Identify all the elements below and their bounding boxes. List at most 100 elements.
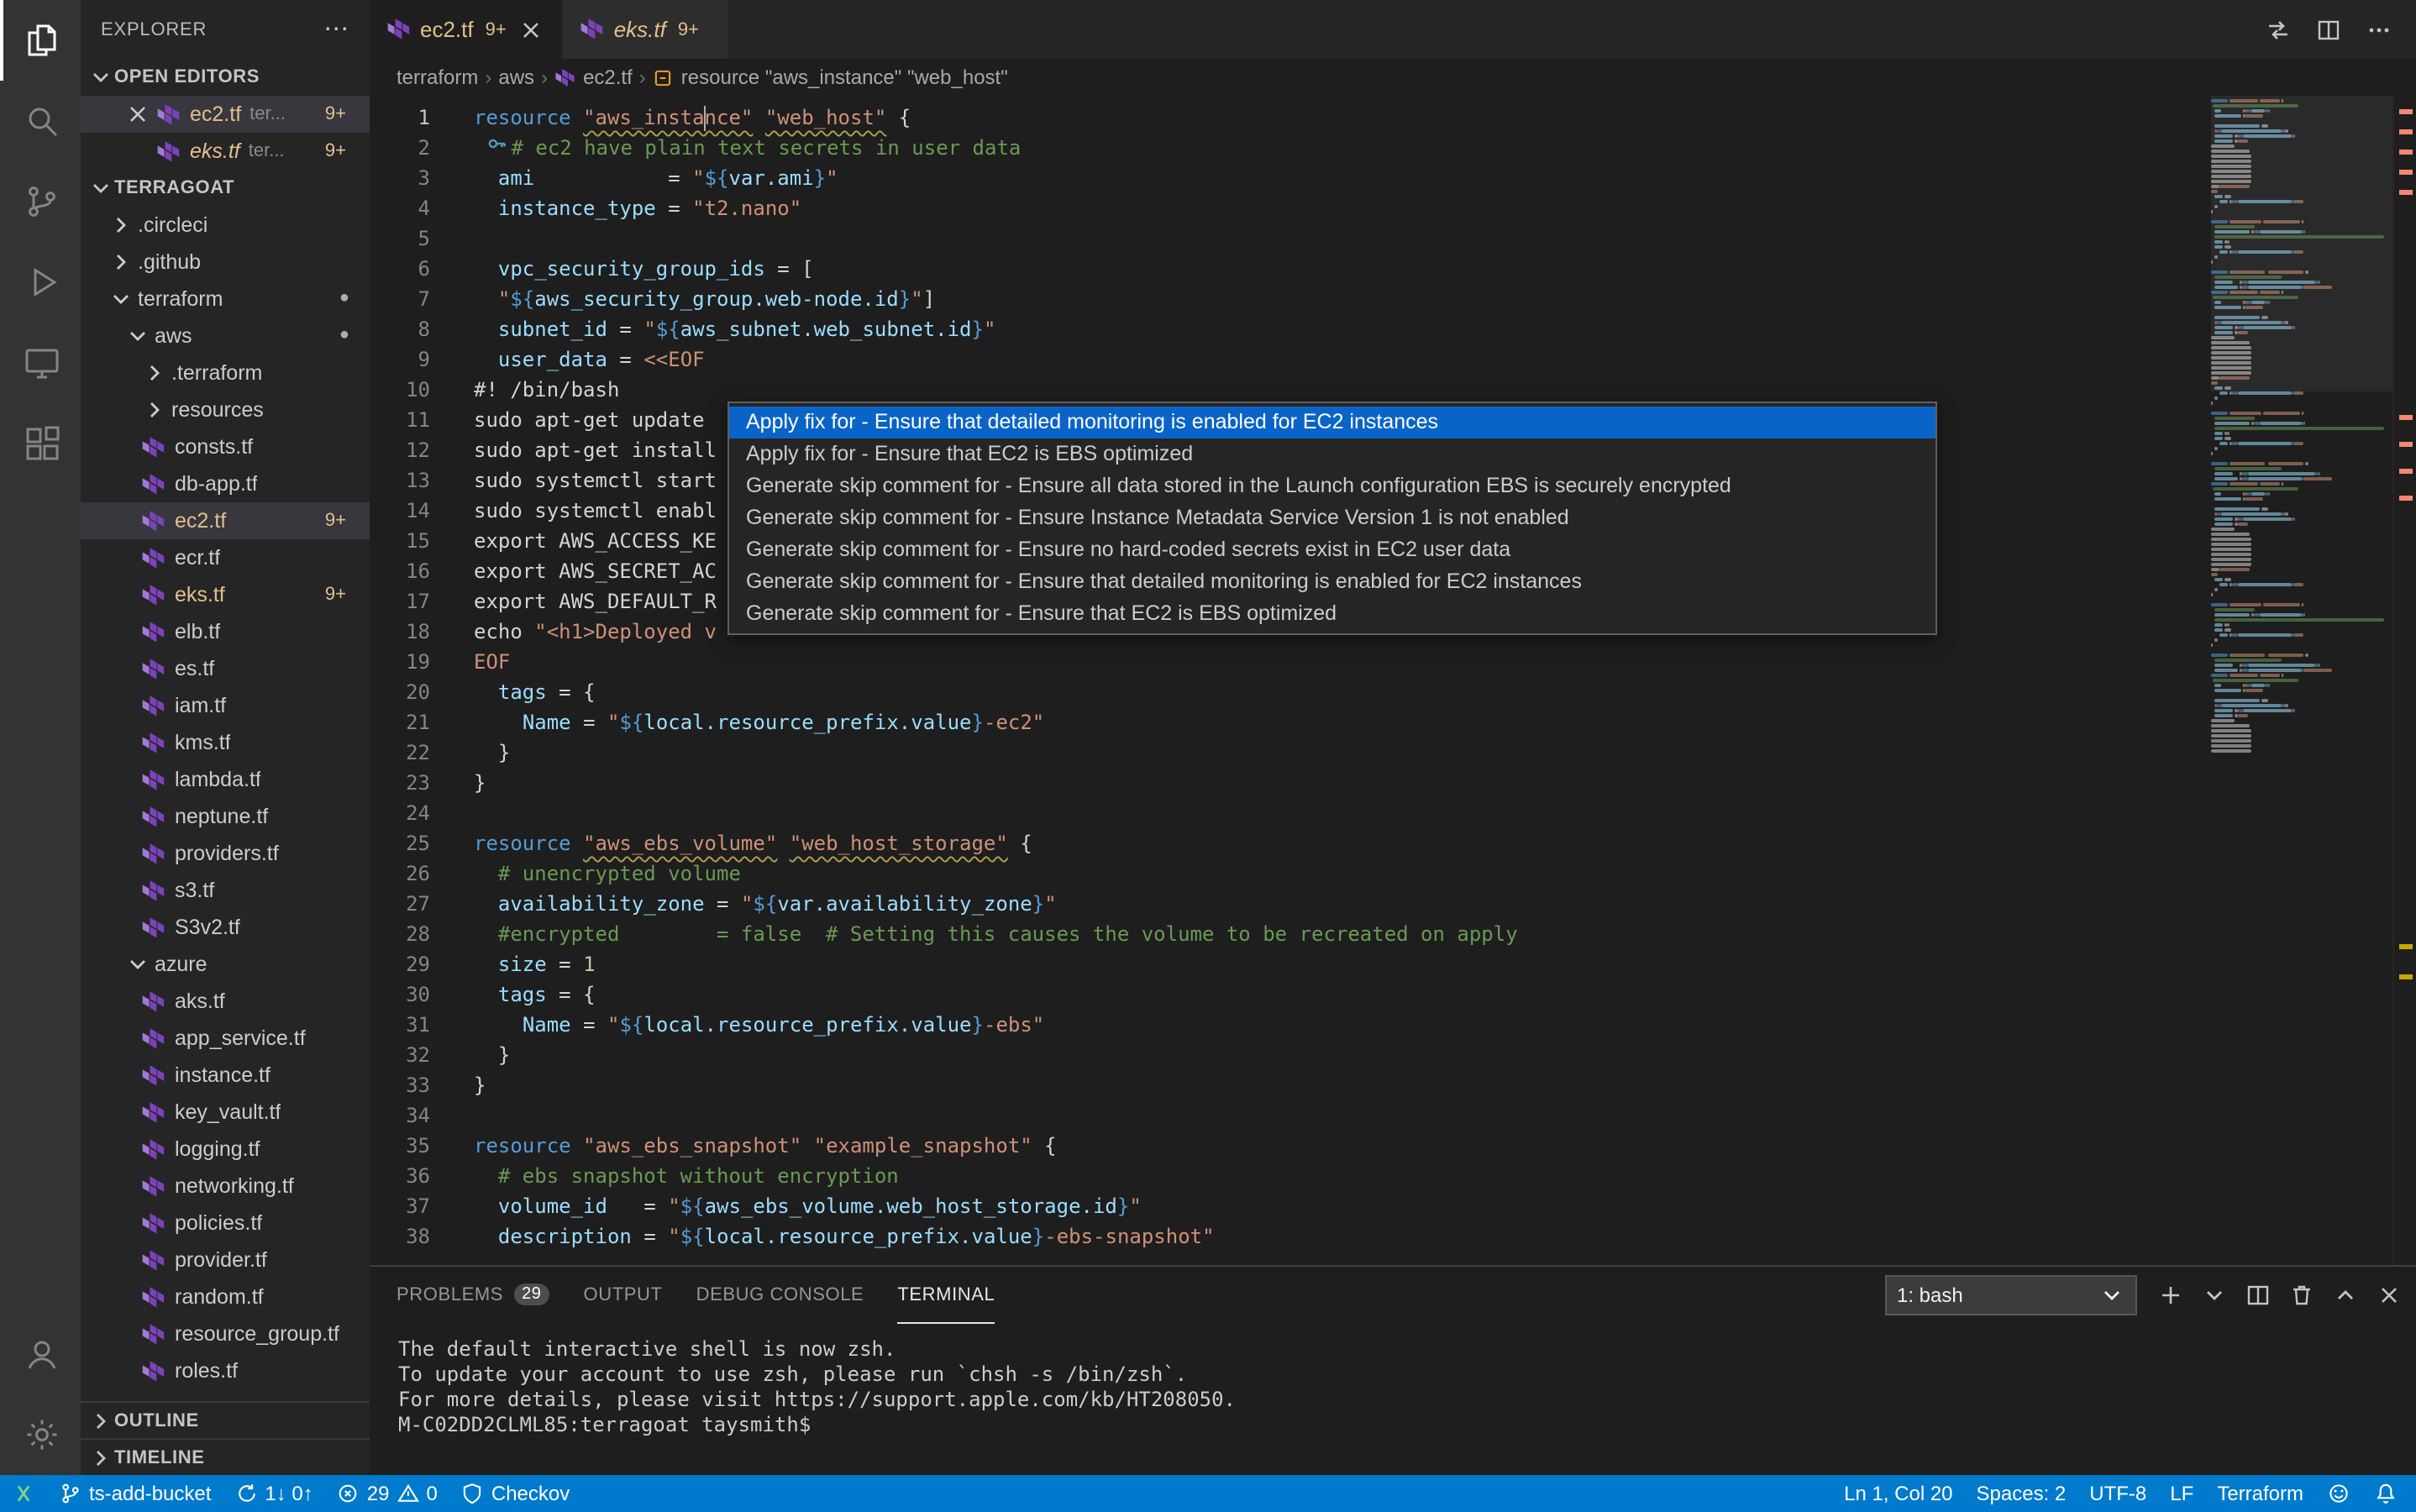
code-line[interactable]: 32 } (370, 1040, 2211, 1070)
tree-item-random-tf[interactable]: random.tf (81, 1278, 370, 1315)
code-line[interactable]: 4 instance_type = "t2.nano" (370, 193, 2211, 223)
activity-account[interactable] (0, 1314, 81, 1394)
quickfix-item-2[interactable]: Generate skip comment for - Ensure all d… (729, 470, 1935, 502)
tree-item-terraform[interactable]: .terraform (81, 354, 370, 391)
tab-ec2-tf[interactable]: ec2.tf9+ (370, 0, 564, 59)
quickfix-item-5[interactable]: Generate skip comment for - Ensure that … (729, 566, 1935, 598)
tree-item-providers-tf[interactable]: providers.tf (81, 835, 370, 872)
code-line[interactable]: 25resource "aws_ebs_volume" "web_host_st… (370, 828, 2211, 858)
breadcrumb-item-2[interactable]: ec2.tf (554, 66, 633, 89)
code-line[interactable]: 10#! /bin/bash (370, 375, 2211, 405)
code-line[interactable]: 24 (370, 798, 2211, 828)
tree-item-roles-tf[interactable]: roles.tf (81, 1352, 370, 1389)
tree-item-provider-tf[interactable]: provider.tf (81, 1242, 370, 1278)
breadcrumb-item-1[interactable]: aws (498, 66, 534, 89)
new-terminal-button[interactable] (2157, 1282, 2184, 1309)
tree-item-iam-tf[interactable]: iam.tf (81, 687, 370, 724)
checkov[interactable]: Checkov (449, 1475, 581, 1512)
outline-header[interactable]: OUTLINE (81, 1401, 370, 1438)
code-line[interactable]: 7 "${aws_security_group.web-node.id}"] (370, 284, 2211, 314)
code-line[interactable]: 28 #encrypted = false # Setting this cau… (370, 919, 2211, 949)
terminal-shell-select[interactable]: 1: bash (1885, 1275, 2137, 1315)
code-line[interactable]: 30 tags = { (370, 979, 2211, 1010)
code-line[interactable]: 26 # unencrypted volume (370, 858, 2211, 889)
problems-summary[interactable]: 290 (325, 1475, 449, 1512)
indentation[interactable]: Spaces: 2 (1965, 1475, 2078, 1512)
code-line[interactable]: 2 # ec2 have plain text secrets in user … (370, 133, 2211, 163)
tree-item-db-app-tf[interactable]: db-app.tf (81, 465, 370, 502)
panel-tab-debug-console[interactable]: DEBUG CONSOLE (696, 1267, 864, 1324)
quickfix-item-0[interactable]: Apply fix for - Ensure that detailed mon… (729, 407, 1935, 438)
tree-item-logging-tf[interactable]: logging.tf (81, 1131, 370, 1168)
code-line[interactable]: 6 vpc_security_group_ids = [ (370, 254, 2211, 284)
tree-item-kms-tf[interactable]: kms.tf (81, 724, 370, 761)
code-line[interactable]: 34 (370, 1100, 2211, 1131)
tree-item-es-tf[interactable]: es.tf (81, 650, 370, 687)
tree-item-ecr-tf[interactable]: ecr.tf (81, 539, 370, 576)
remote-indicator[interactable] (0, 1475, 47, 1512)
tab-eks-tf[interactable]: eks.tf9+ (564, 0, 729, 59)
kill-terminal-button[interactable] (2288, 1282, 2315, 1309)
code-line[interactable]: 3 ami = "${var.ami}" (370, 163, 2211, 193)
close-panel-button[interactable] (2376, 1282, 2403, 1309)
activity-settings[interactable] (0, 1394, 81, 1475)
activity-source-control[interactable] (0, 161, 81, 242)
open-editor-ec2-tf[interactable]: ec2.tfter...9+ (81, 96, 370, 133)
code-line[interactable]: 35resource "aws_ebs_snapshot" "example_s… (370, 1131, 2211, 1161)
tree-item-neptune-tf[interactable]: neptune.tf (81, 798, 370, 835)
encoding[interactable]: UTF-8 (2077, 1475, 2158, 1512)
code-line[interactable]: 23} (370, 768, 2211, 798)
feedback[interactable] (2315, 1475, 2362, 1512)
tree-item-networking-tf[interactable]: networking.tf (81, 1168, 370, 1205)
quickfix-item-6[interactable]: Generate skip comment for - Ensure that … (729, 598, 1935, 630)
split-terminal-button[interactable] (2245, 1282, 2272, 1309)
code-line[interactable]: 33} (370, 1070, 2211, 1100)
panel-tab-output[interactable]: OUTPUT (584, 1267, 663, 1324)
terminal-output[interactable]: The default interactive shell is now zsh… (370, 1324, 2416, 1475)
tree-item-s3v2-tf[interactable]: S3v2.tf (81, 909, 370, 946)
tree-item-ec2-tf[interactable]: ec2.tf9+ (81, 502, 370, 539)
activity-remote-explorer[interactable] (0, 323, 81, 403)
breadcrumb-item-0[interactable]: terraform (397, 66, 478, 89)
terminal-profile-dropdown-button[interactable] (2201, 1282, 2228, 1309)
code-line[interactable]: 29 size = 1 (370, 949, 2211, 979)
tree-item-instance-tf[interactable]: instance.tf (81, 1057, 370, 1094)
code-line[interactable]: 36 # ebs snapshot without encryption (370, 1161, 2211, 1191)
git-branch[interactable]: ts-add-bucket (47, 1475, 223, 1512)
code-line[interactable]: 5 (370, 223, 2211, 254)
eol[interactable]: LF (2158, 1475, 2205, 1512)
quickfix-item-1[interactable]: Apply fix for - Ensure that EC2 is EBS o… (729, 438, 1935, 470)
split-editor-button[interactable] (2315, 16, 2342, 43)
code-area[interactable]: 1resource "aws_instance" "web_host" {2 #… (370, 96, 2211, 1265)
code-line[interactable]: 8 subnet_id = "${aws_subnet.web_subnet.i… (370, 314, 2211, 344)
tree-item-terraform[interactable]: terraform● (81, 281, 370, 318)
workspace-header[interactable]: TERRAGOAT (81, 170, 370, 207)
tree-item-policies-tf[interactable]: policies.tf (81, 1205, 370, 1242)
tree-item-consts-tf[interactable]: consts.tf (81, 428, 370, 465)
tree-item-aks-tf[interactable]: aks.tf (81, 983, 370, 1020)
tree-item-eks-tf[interactable]: eks.tf9+ (81, 576, 370, 613)
close-icon[interactable] (518, 16, 545, 43)
tree-item-key-vault-tf[interactable]: key_vault.tf (81, 1094, 370, 1131)
open-editors-header[interactable]: OPEN EDITORS (81, 59, 370, 96)
code-line[interactable]: 20 tags = { (370, 677, 2211, 707)
tree-item-azure[interactable]: azure (81, 946, 370, 983)
sync-changes[interactable]: 1↓ 0↑ (223, 1475, 324, 1512)
panel-tab-terminal[interactable]: TERMINAL (897, 1267, 995, 1324)
more-actions-button[interactable] (2366, 16, 2392, 43)
activity-explorer[interactable] (0, 0, 81, 81)
tree-item-lambda-tf[interactable]: lambda.tf (81, 761, 370, 798)
tree-item-app-service-tf[interactable]: app_service.tf (81, 1020, 370, 1057)
tree-item-elb-tf[interactable]: elb.tf (81, 613, 370, 650)
code-line[interactable]: 1resource "aws_instance" "web_host" { (370, 102, 2211, 133)
open-editor-eks-tf[interactable]: eks.tfter...9+ (81, 133, 370, 170)
maximize-panel-button[interactable] (2332, 1282, 2359, 1309)
cursor-position[interactable]: Ln 1, Col 20 (1832, 1475, 1964, 1512)
code-line[interactable]: 9 user_data = <<EOF (370, 344, 2211, 375)
activity-search[interactable] (0, 81, 81, 161)
timeline-header[interactable]: TIMELINE (81, 1438, 370, 1475)
tree-item-s3-tf[interactable]: s3.tf (81, 872, 370, 909)
code-line[interactable]: 31 Name = "${local.resource_prefix.value… (370, 1010, 2211, 1040)
minimap[interactable] (2211, 96, 2392, 1265)
tree-item-github[interactable]: .github (81, 244, 370, 281)
